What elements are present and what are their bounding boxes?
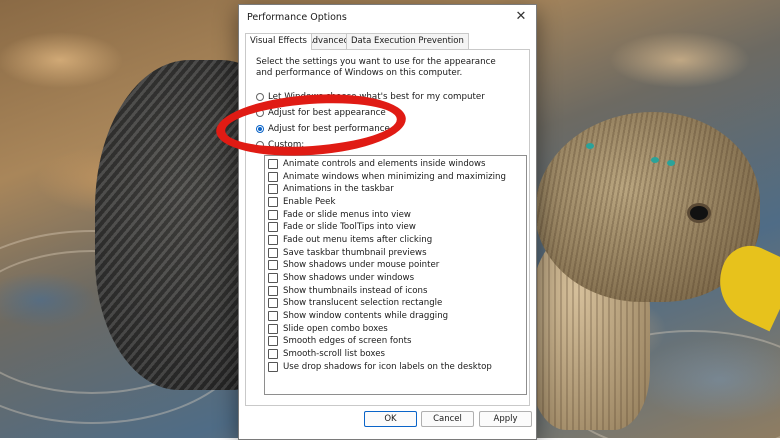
list-item[interactable]: Fade or slide ToolTips into view: [268, 221, 416, 233]
option-label: Animate controls and elements inside win…: [283, 159, 486, 169]
checkbox[interactable]: [268, 273, 278, 283]
radio-let-windows-choose[interactable]: Let Windows choose what's best for my co…: [256, 91, 485, 103]
duck-feather-spot: [651, 157, 659, 163]
dialog-title: Performance Options: [247, 12, 347, 23]
checkbox[interactable]: [268, 222, 278, 232]
option-label: Slide open combo boxes: [283, 324, 388, 334]
list-item[interactable]: Enable Peek: [268, 196, 335, 208]
option-label: Show thumbnails instead of icons: [283, 286, 428, 296]
dialog-button-bar: OK Cancel Apply: [239, 409, 536, 429]
radio-button[interactable]: [256, 93, 264, 101]
duck-feather-spot: [586, 143, 594, 149]
list-item[interactable]: Slide open combo boxes: [268, 323, 388, 335]
option-label: Save taskbar thumbnail previews: [283, 248, 427, 258]
list-item[interactable]: Show shadows under mouse pointer: [268, 259, 439, 271]
checkbox[interactable]: [268, 197, 278, 207]
dialog-titlebar[interactable]: Performance Options ✕: [239, 5, 536, 28]
list-item[interactable]: Save taskbar thumbnail previews: [268, 247, 427, 259]
checkbox[interactable]: [268, 298, 278, 308]
option-label: Fade or slide menus into view: [283, 210, 411, 220]
option-label: Enable Peek: [283, 197, 336, 207]
option-label: Show shadows under mouse pointer: [283, 260, 440, 270]
radio-label: Custom:: [268, 140, 305, 150]
checkbox[interactable]: [268, 349, 278, 359]
radio-custom[interactable]: Custom:: [256, 139, 304, 151]
list-item[interactable]: Show translucent selection rectangle: [268, 297, 442, 309]
radio-button[interactable]: [256, 141, 264, 149]
checkbox[interactable]: [268, 159, 278, 169]
checkbox[interactable]: [268, 172, 278, 182]
option-label: Fade out menu items after clicking: [283, 235, 433, 245]
list-item[interactable]: Use drop shadows for icon labels on the …: [268, 361, 492, 373]
checkbox[interactable]: [268, 311, 278, 321]
radio-label: Adjust for best performance: [268, 124, 390, 134]
duck-feather-spot: [667, 160, 675, 166]
visual-effects-list[interactable]: Animate controls and elements inside win…: [264, 155, 527, 395]
tab-data-execution-prevention[interactable]: Data Execution Prevention: [346, 33, 469, 49]
list-item[interactable]: Fade out menu items after clicking: [268, 234, 432, 246]
option-label: Show shadows under windows: [283, 273, 415, 283]
radio-label: Adjust for best appearance: [268, 108, 386, 118]
list-item[interactable]: Show shadows under windows: [268, 272, 414, 284]
list-item[interactable]: Show thumbnails instead of icons: [268, 285, 427, 297]
list-item[interactable]: Animations in the taskbar: [268, 183, 394, 195]
close-icon[interactable]: ✕: [510, 8, 532, 25]
list-item[interactable]: Smooth edges of screen fonts: [268, 335, 411, 347]
checkbox[interactable]: [268, 210, 278, 220]
option-label: Show translucent selection rectangle: [283, 298, 443, 308]
checkbox[interactable]: [268, 248, 278, 258]
radio-best-appearance[interactable]: Adjust for best appearance: [256, 107, 386, 119]
checkbox[interactable]: [268, 336, 278, 346]
list-item[interactable]: Show window contents while dragging: [268, 310, 448, 322]
checkbox[interactable]: [268, 184, 278, 194]
visual-effects-panel: Select the settings you want to use for …: [245, 49, 530, 406]
option-label: Animate windows when minimizing and maxi…: [283, 172, 506, 182]
list-item[interactable]: Animate windows when minimizing and maxi…: [268, 171, 506, 183]
list-item[interactable]: Fade or slide menus into view: [268, 209, 411, 221]
panel-description: Select the settings you want to use for …: [256, 57, 496, 78]
checkbox[interactable]: [268, 235, 278, 245]
list-item[interactable]: Smooth-scroll list boxes: [268, 348, 385, 360]
radio-best-performance[interactable]: Adjust for best performance: [256, 123, 390, 135]
option-label: Smooth-scroll list boxes: [283, 349, 385, 359]
cancel-button[interactable]: Cancel: [421, 411, 474, 427]
option-label: Show window contents while dragging: [283, 311, 449, 321]
radio-label: Let Windows choose what's best for my co…: [268, 92, 485, 102]
option-label: Smooth edges of screen fonts: [283, 336, 412, 346]
checkbox[interactable]: [268, 324, 278, 334]
ok-button[interactable]: OK: [364, 411, 417, 427]
list-item[interactable]: Animate controls and elements inside win…: [268, 158, 486, 170]
tab-visual-effects[interactable]: Visual Effects: [245, 33, 312, 50]
option-label: Animations in the taskbar: [283, 184, 394, 194]
option-label: Use drop shadows for icon labels on the …: [283, 362, 492, 372]
duck-eye: [690, 206, 708, 220]
performance-options-dialog: Performance Options ✕ Visual Effects Adv…: [238, 4, 537, 440]
checkbox[interactable]: [268, 260, 278, 270]
option-label: Fade or slide ToolTips into view: [283, 222, 416, 232]
radio-button[interactable]: [256, 109, 264, 117]
apply-button[interactable]: Apply: [479, 411, 532, 427]
radio-button-selected[interactable]: [256, 125, 264, 133]
checkbox[interactable]: [268, 362, 278, 372]
checkbox[interactable]: [268, 286, 278, 296]
